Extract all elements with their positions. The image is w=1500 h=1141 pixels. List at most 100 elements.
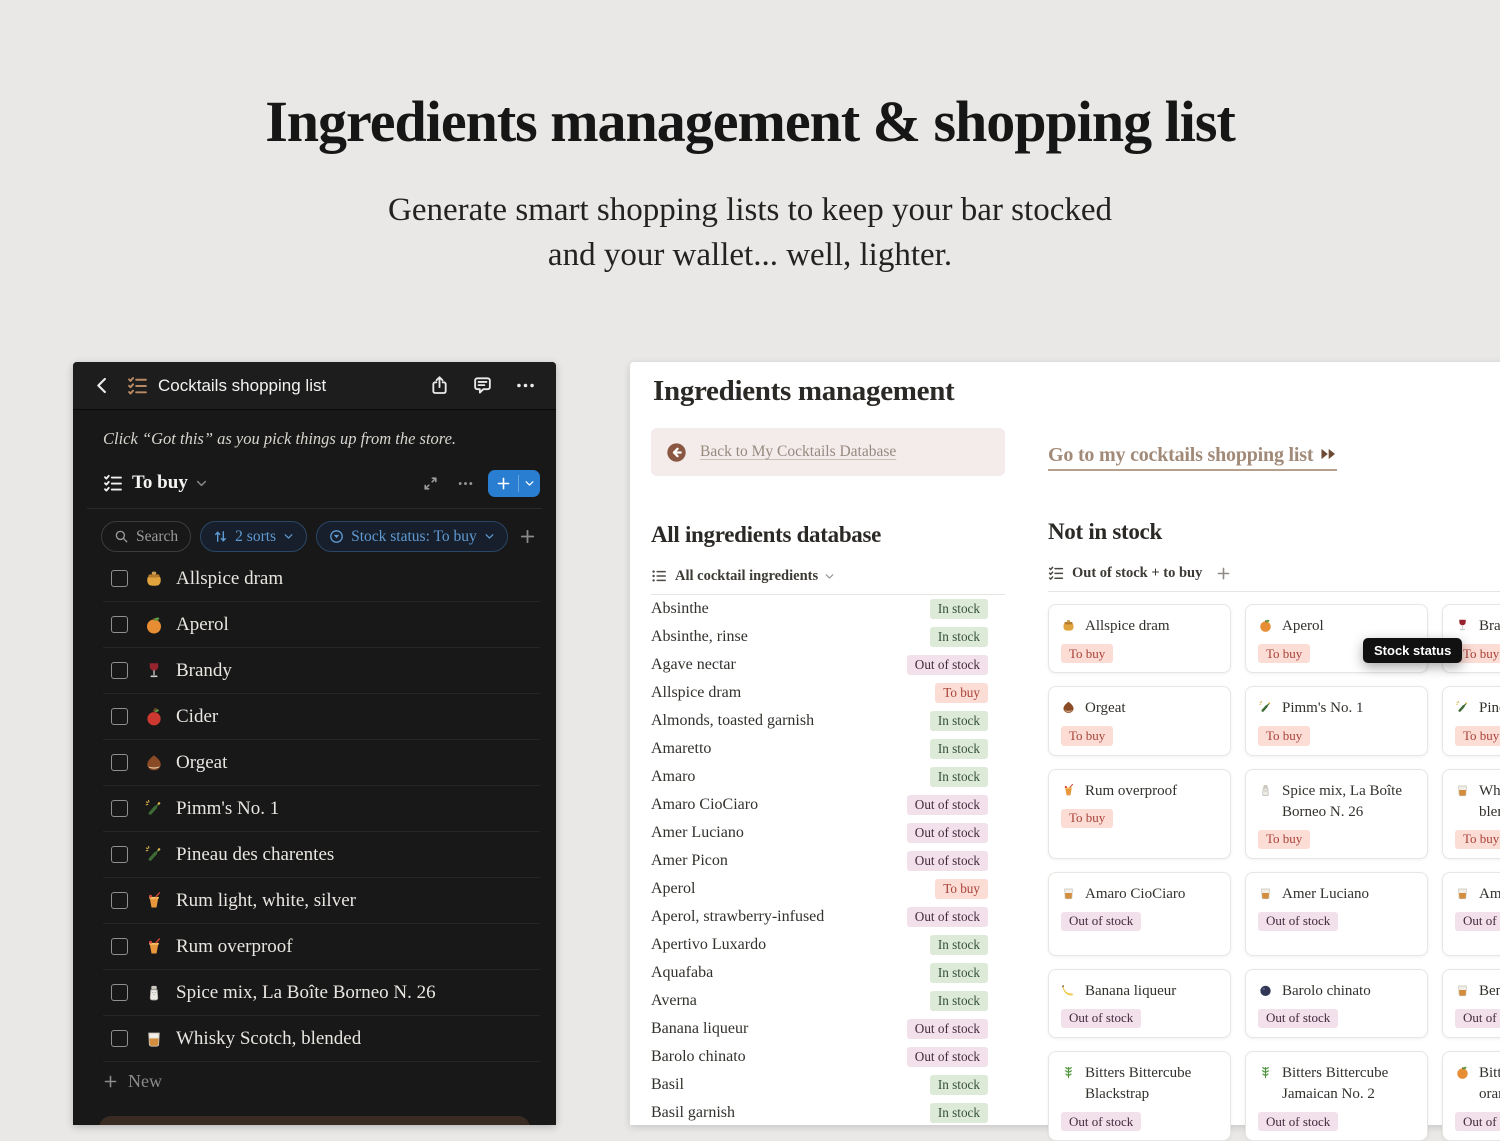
item-checkbox[interactable] (111, 1030, 128, 1048)
ingredient-row[interactable]: Barolo chinato Out of stock (651, 1043, 1005, 1071)
gallery-card[interactable]: Amer Luciano Out of stock (1245, 871, 1428, 956)
view-name[interactable]: To buy (132, 472, 188, 494)
ingredient-row[interactable]: Absinthe, rinse In stock (651, 623, 1005, 651)
new-item-row[interactable]: New (103, 1062, 540, 1100)
shopping-list-item[interactable]: Aperol (103, 602, 540, 649)
card-name: Bitters orange (1479, 1065, 1500, 1102)
shopping-list-item[interactable]: Allspice dram (103, 556, 540, 603)
item-checkbox[interactable] (111, 892, 128, 910)
shopping-list-item[interactable]: Rum light, white, silver (103, 878, 540, 925)
gallery-card[interactable]: Orgeat To buy (1048, 686, 1231, 756)
gallery-card[interactable]: Benedictine Out of stock (1442, 968, 1500, 1038)
whisky-glass-icon (144, 1029, 164, 1049)
card-name: Amer Luciano (1282, 885, 1370, 902)
ingredient-row[interactable]: Amaro CioCiaro Out of stock (651, 791, 1005, 819)
item-checkbox[interactable] (111, 754, 128, 772)
ingredient-row[interactable]: Almonds, toasted garnish In stock (651, 707, 1005, 735)
card-name: Pimm's No. 1 (1282, 700, 1364, 717)
shopping-list-item[interactable]: Cider (103, 694, 540, 741)
database-view-chevron-icon[interactable] (824, 571, 835, 582)
instruction-note: Click “Got this” as you pick things up f… (103, 429, 457, 448)
expand-icon[interactable] (422, 475, 439, 492)
item-checkbox[interactable] (111, 800, 128, 818)
stock-status-badge: Out of stock (1258, 911, 1339, 931)
card-name: Banana liqueur (1085, 982, 1177, 999)
stock-status-badge: Out of stock (1061, 911, 1142, 931)
view-more-icon[interactable] (457, 475, 474, 492)
item-label: Brandy (176, 659, 232, 681)
gallery-card[interactable]: Whisky Scotch, blended To buy (1442, 768, 1500, 859)
item-checkbox[interactable] (111, 616, 128, 634)
shopping-list-item[interactable]: Rum overproof (103, 924, 540, 971)
ingredient-row[interactable]: Averna In stock (651, 987, 1005, 1015)
stock-status-badge: Out of stock (1061, 1112, 1142, 1132)
new-entry-button[interactable] (488, 469, 540, 497)
gallery-card[interactable]: Bitters Bittercube Jamaican No. 2 Out of … (1245, 1051, 1428, 1141)
ingredients-management-panel: Ingredients management Back to My Cockta… (630, 362, 1500, 1141)
ingredient-row[interactable]: Aperol, strawberry-infused Out of stock (651, 903, 1005, 931)
card-name: Barolo chinato (1282, 982, 1371, 999)
shopping-list: Allspice dram Aperol Brandy Cider Orgeat Pimm… (103, 556, 540, 1063)
ingredient-row[interactable]: Banana liqueur Out of stock (651, 1015, 1005, 1043)
gallery-card[interactable]: Rum overproof To buy (1048, 768, 1231, 859)
ingredient-row[interactable]: Basil garnish In stock (651, 1099, 1005, 1127)
gallery-card[interactable]: Allspice dram To buy (1048, 604, 1231, 674)
ingredient-row[interactable]: Agave nectar Out of stock (651, 651, 1005, 679)
item-checkbox[interactable] (111, 708, 128, 726)
gallery-card[interactable]: Amaro CioCiaro Out of stock (1048, 871, 1231, 956)
ingredient-row[interactable]: Apertivo Luxardo In stock (651, 931, 1005, 959)
sorts-pill[interactable]: 2 sorts (200, 521, 308, 553)
shopping-list-item[interactable]: Pimm's No. 1 (103, 786, 540, 833)
ingredient-row[interactable]: Amer Luciano Out of stock (651, 819, 1005, 847)
gallery-card[interactable]: Banana liqueur Out of stock (1048, 968, 1231, 1038)
ingredient-row[interactable]: Amer Picon Out of stock (651, 847, 1005, 875)
gallery-card[interactable]: Spice mix, La Boîte Borneo N. 26 To buy (1245, 768, 1428, 859)
shopping-list-item[interactable]: Spice mix, La Boîte Borneo N. 26 (103, 970, 540, 1017)
add-filter-icon[interactable] (519, 528, 536, 545)
gallery-card[interactable]: Barolo chinato Out of stock (1245, 968, 1428, 1038)
back-arrow-icon[interactable] (666, 442, 687, 463)
phone-page-title: Cocktails shopping list (158, 375, 327, 395)
gallery-view-name[interactable]: Out of stock + to buy (1072, 565, 1202, 582)
stock-status-badge: Out of stock (906, 655, 988, 675)
ingredient-row[interactable]: Absinthe In stock (651, 595, 1005, 623)
wine-glass-icon (144, 661, 164, 681)
card-name: Bitters Bittercube Jamaican No. 2 (1282, 1065, 1389, 1102)
back-to-database-link[interactable]: Back to My Cocktails Database (700, 443, 896, 461)
not-in-stock-heading: Not in stock (1048, 519, 1162, 544)
item-checkbox[interactable] (111, 570, 128, 588)
add-view-icon[interactable] (1216, 566, 1231, 581)
shopping-list-item[interactable]: Brandy (103, 648, 540, 695)
go-to-shopping-list-link[interactable]: Go to my cocktails shopping list (1048, 444, 1338, 471)
gallery-card[interactable]: Bitters orange Out of stock (1442, 1051, 1500, 1141)
item-checkbox[interactable] (111, 938, 128, 956)
shopping-list-item[interactable]: Orgeat (103, 740, 540, 787)
gallery-card[interactable]: Pimm's No. 1 To buy (1245, 686, 1428, 756)
ingredient-row[interactable]: Aperol To buy (651, 875, 1005, 903)
comments-icon[interactable] (472, 375, 493, 396)
view-chevron-icon[interactable] (195, 477, 208, 490)
item-checkbox[interactable] (111, 846, 128, 864)
ingredient-row[interactable]: Amaro In stock (651, 763, 1005, 791)
stock-status-filter-pill[interactable]: Stock status: To buy (316, 521, 508, 553)
more-options-icon[interactable] (515, 375, 536, 396)
stock-status-badge: To buy (1061, 726, 1114, 746)
back-icon[interactable] (93, 376, 112, 395)
view-switcher-row: To buy (103, 469, 540, 497)
shopping-list-item[interactable]: Whisky Scotch, blended (103, 1016, 540, 1063)
search-pill[interactable]: Search (101, 521, 192, 553)
new-entry-dropdown-icon[interactable] (524, 478, 535, 489)
ingredient-row[interactable]: Basil In stock (651, 1071, 1005, 1099)
ingredient-row[interactable]: Aquafaba In stock (651, 959, 1005, 987)
item-checkbox[interactable] (111, 662, 128, 680)
gallery-card[interactable]: Amer Picon Out of stock (1442, 871, 1500, 956)
database-view-name[interactable]: All cocktail ingredients (675, 568, 818, 585)
ingredient-row[interactable]: Allspice dram To buy (651, 679, 1005, 707)
card-name: Amer Picon (1479, 885, 1500, 902)
share-icon[interactable] (429, 375, 450, 396)
shopping-list-item[interactable]: Pineau des charentes (103, 832, 540, 879)
ingredient-row[interactable]: Amaretto In stock (651, 735, 1005, 763)
gallery-card[interactable]: Pineau des charentes To buy (1442, 686, 1500, 756)
item-checkbox[interactable] (111, 984, 128, 1002)
gallery-card[interactable]: Bitters Bittercube Blackstrap Out of stoc… (1048, 1051, 1231, 1141)
